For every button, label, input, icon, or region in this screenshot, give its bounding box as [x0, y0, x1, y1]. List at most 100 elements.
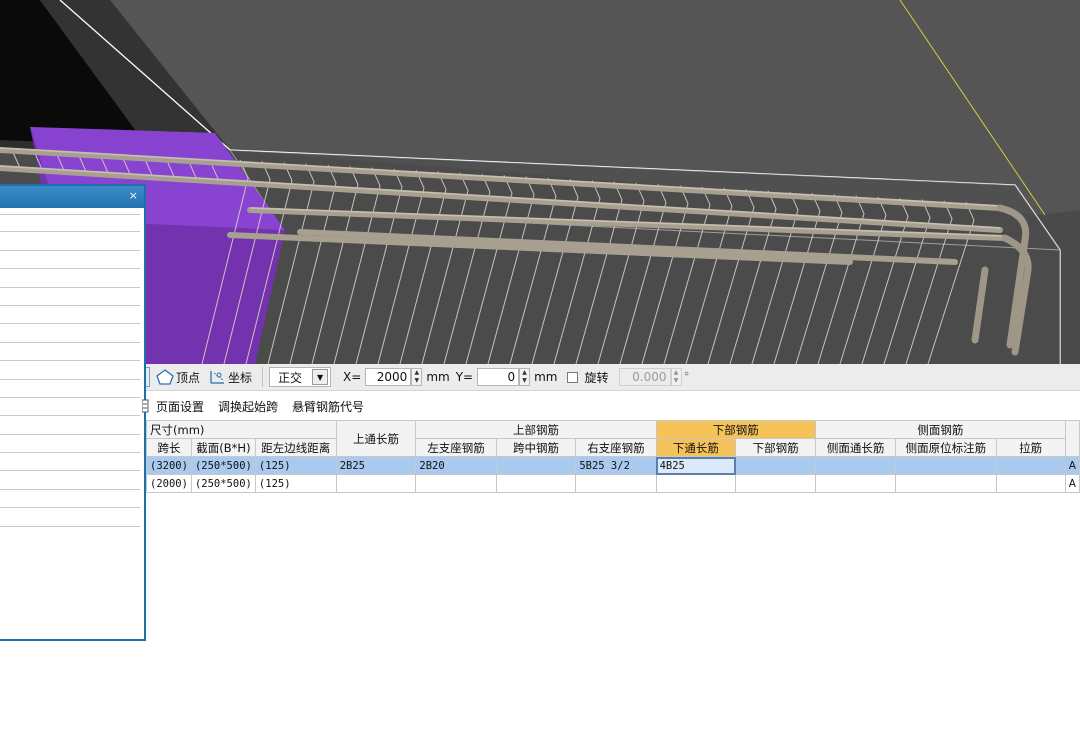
snap-mode-select[interactable]: 正交 ▼: [269, 367, 332, 387]
rotate-angle-value: 0.000: [632, 370, 667, 384]
rotate-angle-field[interactable]: 0.000: [618, 368, 671, 386]
list-item[interactable]: [0, 490, 140, 509]
header-overflow: [1064, 420, 1080, 457]
header-bottom-rebar: 下部钢筋: [655, 420, 816, 439]
list-item[interactable]: [0, 380, 140, 398]
list-item[interactable]: [0, 416, 140, 435]
cell-left-support[interactable]: [415, 474, 497, 493]
header-side-annotation[interactable]: 侧面原位标注筋: [895, 438, 997, 457]
vertex-snap-button[interactable]: 顶点: [156, 366, 200, 388]
degree-symbol: °: [683, 370, 690, 384]
floating-panel[interactable]: ×: [0, 184, 146, 641]
list-item[interactable]: [0, 232, 140, 251]
cell-span-length[interactable]: (3200): [146, 456, 192, 475]
header-span-length[interactable]: 跨长: [146, 438, 192, 457]
cell-section[interactable]: (250*500): [190, 456, 256, 475]
toolbar-edge: [146, 366, 150, 388]
x-offset-spinner[interactable]: ▲ ▼: [411, 368, 423, 386]
x-offset-field[interactable]: 2000: [365, 368, 412, 386]
close-icon[interactable]: ×: [129, 189, 138, 203]
list-item[interactable]: [0, 508, 140, 527]
list-item[interactable]: [0, 398, 140, 417]
list-item[interactable]: [0, 471, 140, 490]
cell-side-through[interactable]: [814, 456, 897, 475]
panel-title-bar[interactable]: ×: [0, 186, 144, 208]
cell-bottom-through[interactable]: [655, 474, 737, 493]
cell-bottom-bars[interactable]: [735, 456, 816, 475]
y-offset-field[interactable]: 0: [477, 368, 520, 386]
header-mid-span[interactable]: 跨中钢筋: [495, 438, 577, 457]
list-item[interactable]: [0, 306, 140, 325]
x-unit: mm: [426, 370, 450, 384]
rotate-checkbox[interactable]: [567, 371, 579, 383]
cell-top-through[interactable]: [335, 474, 417, 493]
header-bottom-through[interactable]: 下通长筋: [655, 438, 737, 457]
cell-top-through[interactable]: 2B25: [335, 456, 417, 475]
pentagon-icon: [156, 369, 174, 385]
header-left-support[interactable]: 左支座钢筋: [415, 438, 497, 457]
header-left-edge[interactable]: 距左边线距离: [254, 438, 337, 457]
cell-side-annotation[interactable]: [895, 456, 997, 475]
beam-3d-model: [0, 0, 1080, 364]
cell-mid-span[interactable]: [495, 456, 577, 475]
cell-left-edge[interactable]: (125): [254, 456, 337, 475]
header-side-rebar: 侧面钢筋: [814, 420, 1066, 439]
cell-side-through[interactable]: [814, 474, 897, 493]
command-toolbar: 页面设置 调换起始跨 悬臂钢筋代号: [142, 395, 1080, 417]
cell-left-edge[interactable]: (125): [254, 474, 337, 493]
rotate-angle-spinner[interactable]: ▲ ▼: [670, 368, 682, 386]
header-size: 尺寸(mm): [146, 420, 337, 439]
coordinate-label: 坐标: [228, 370, 253, 385]
cell-right-support[interactable]: [575, 474, 657, 493]
cell-bottom-bars[interactable]: [735, 474, 816, 493]
snap-toolbar: 顶点 坐标 正交 ▼ X= 2000 ▲ ▼ mm Y= 0 ▲ ▼ mm 旋转 0…: [146, 364, 1080, 391]
coordinate-snap-button[interactable]: 坐标: [208, 366, 252, 388]
cell-tie-bar[interactable]: [995, 456, 1066, 475]
y-offset-value: 0: [507, 370, 516, 384]
list-item[interactable]: [0, 288, 140, 306]
3d-viewport[interactable]: [0, 0, 1080, 364]
list-item[interactable]: [0, 361, 140, 380]
list-item[interactable]: [0, 453, 140, 472]
list-item[interactable]: [0, 269, 140, 288]
cell-tie-bar[interactable]: [995, 474, 1066, 493]
list-item[interactable]: [0, 324, 140, 343]
list-item[interactable]: [0, 214, 140, 233]
toolbar-separator: [262, 367, 264, 387]
header-top-rebar: 上部钢筋: [415, 420, 657, 439]
header-side-through[interactable]: 侧面通长筋: [814, 438, 897, 457]
list-item[interactable]: [0, 435, 140, 454]
coordinate-icon: [210, 371, 225, 384]
rotate-label: 旋转: [584, 370, 609, 385]
cell-left-support[interactable]: 2B20: [415, 456, 497, 475]
header-tie-bar[interactable]: 拉筋: [995, 438, 1066, 457]
table-row[interactable]: (3200) (250*500) (125) 2B25 2B20 5B25 3/…: [146, 456, 1080, 475]
list-item[interactable]: [0, 251, 140, 270]
cell-side-annotation[interactable]: [895, 474, 997, 493]
y-unit: mm: [534, 370, 558, 384]
cantilever-code-button[interactable]: 悬臂钢筋代号: [292, 398, 364, 415]
toolbar-icon: [142, 399, 149, 413]
x-label: X=: [343, 370, 362, 384]
cell-right-support[interactable]: 5B25 3/2: [575, 456, 657, 475]
cell-mid-span[interactable]: [495, 474, 577, 493]
header-bottom-bars[interactable]: 下部钢筋: [735, 438, 816, 457]
chevron-down-icon[interactable]: ▼: [312, 369, 329, 385]
y-label: Y=: [455, 370, 474, 384]
header-top-through[interactable]: 上通长筋: [335, 420, 417, 457]
page-setup-button[interactable]: 页面设置: [156, 398, 204, 415]
swap-start-span-button[interactable]: 调换起始跨: [218, 398, 278, 415]
table-row[interactable]: (2000) (250*500) (125) A: [146, 474, 1080, 493]
x-offset-value: 2000: [376, 370, 408, 384]
vertex-label: 顶点: [176, 370, 201, 385]
beam-rebar-table: 尺寸(mm) 上通长筋 上部钢筋 下部钢筋 侧面钢筋 跨长 截面(B*H) 距左…: [146, 420, 1080, 493]
list-item[interactable]: [0, 343, 140, 362]
cell-overflow[interactable]: A: [1064, 474, 1080, 493]
y-offset-spinner[interactable]: ▲ ▼: [519, 368, 531, 386]
cell-span-length[interactable]: (2000): [146, 474, 192, 493]
cell-overflow[interactable]: A: [1064, 456, 1080, 475]
cell-section[interactable]: (250*500): [190, 474, 256, 493]
header-section[interactable]: 截面(B*H): [190, 438, 256, 457]
header-right-support[interactable]: 右支座钢筋: [575, 438, 657, 457]
cell-bottom-through[interactable]: 4B25: [655, 456, 737, 475]
